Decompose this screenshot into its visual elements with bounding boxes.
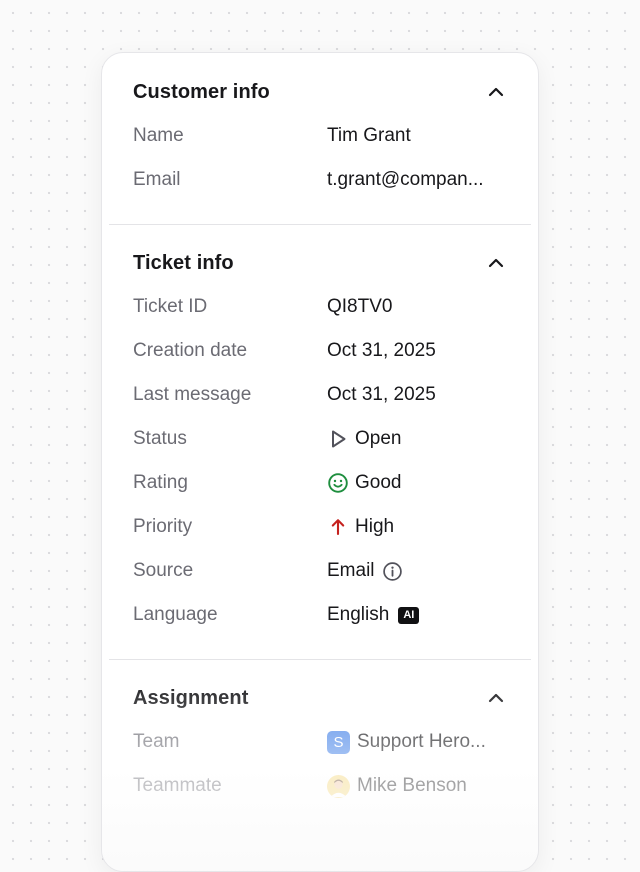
field-row-name: Name Tim Grant [102,114,538,158]
field-value-email[interactable]: t.grant@compan... [327,169,484,191]
field-label: Ticket ID [133,296,208,317]
section-title: Customer info [133,80,270,103]
customer-info-section: Customer info Name Tim Grant Email t.gra… [102,53,538,202]
field-label: Team [133,731,180,752]
smile-icon [328,473,348,493]
field-label: Teammate [133,775,222,796]
field-row-source: Source Email [102,549,538,593]
rating-value[interactable]: Good [327,472,401,494]
assignment-header[interactable]: Assignment [102,676,538,720]
field-label: Email [133,169,181,190]
status-value[interactable]: Open [327,428,401,450]
customer-info-header[interactable]: Customer info [102,70,538,114]
collapse-button[interactable] [484,251,508,275]
field-row-last-message: Last message Oct 31, 2025 [102,373,538,417]
team-avatar: S [327,730,350,754]
field-value-ticket-id[interactable]: QI8TV0 [327,296,392,318]
field-label: Status [133,428,187,449]
field-label: Language [133,604,218,625]
ticket-info-header[interactable]: Ticket info [102,241,538,285]
play-outline-icon [332,430,346,448]
field-row-creation-date: Creation date Oct 31, 2025 [102,329,538,373]
language-text: English [327,604,390,625]
assignment-section: Assignment Team S Support Hero... Teamma… [102,660,538,808]
rating-text: Good [355,472,402,493]
language-value[interactable]: English AI [327,604,420,626]
field-row-language: Language English AI [102,593,538,637]
priority-text: High [355,516,395,537]
field-row-teammate: Teammate Mike Benson [102,764,538,808]
team-text: Support Hero... [357,731,486,752]
chevron-up-icon [488,693,504,703]
field-label: Source [133,560,194,581]
details-panel: Customer info Name Tim Grant Email t.gra… [101,52,539,872]
team-value[interactable]: S Support Hero... [327,730,486,754]
field-label: Last message [133,384,252,405]
field-label: Creation date [133,340,248,361]
section-title: Assignment [133,686,249,709]
field-row-ticket-id: Ticket ID QI8TV0 [102,285,538,329]
section-title: Ticket info [133,251,234,274]
ai-badge: AI [398,606,420,624]
field-label: Name [133,125,184,146]
field-row-email: Email t.grant@compan... [102,158,538,202]
field-label: Rating [133,472,188,493]
status-text: Open [355,428,402,449]
collapse-button[interactable] [484,686,508,710]
source-text: Email [327,560,375,581]
priority-value[interactable]: High [327,516,394,538]
collapse-button[interactable] [484,80,508,104]
arrow-up-icon [331,519,345,536]
info-icon[interactable] [382,561,403,582]
field-value-creation-date: Oct 31, 2025 [327,340,436,361]
field-label: Priority [133,516,193,537]
field-row-rating: Rating Good [102,461,538,505]
chevron-up-icon [488,87,504,97]
source-value: Email [327,560,403,582]
teammate-value[interactable]: Mike Benson [327,774,467,798]
field-value-name[interactable]: Tim Grant [327,125,411,147]
teammate-text: Mike Benson [357,775,467,796]
ticket-info-section: Ticket info Ticket ID QI8TV0 Creation da… [102,225,538,637]
field-row-status: Status Open [102,417,538,461]
field-value-last-message: Oct 31, 2025 [327,384,436,405]
field-row-priority: Priority High [102,505,538,549]
chevron-up-icon [488,258,504,268]
field-row-team: Team S Support Hero... [102,720,538,764]
user-avatar [327,774,350,798]
